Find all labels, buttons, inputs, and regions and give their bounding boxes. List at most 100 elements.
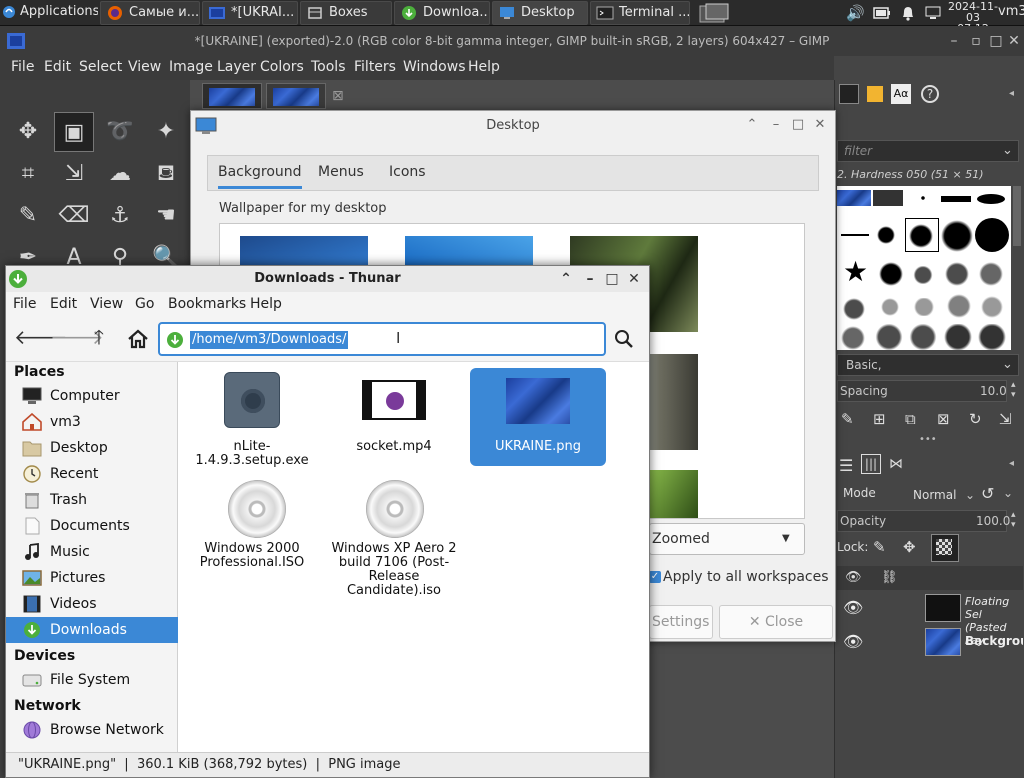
eraser-tool-icon[interactable]: ⌫	[54, 196, 94, 236]
image-tab-2[interactable]	[266, 83, 326, 109]
sidebar-item-videos[interactable]: Videos	[6, 591, 178, 617]
lock-pixels-icon[interactable]: ✎	[873, 538, 886, 556]
menu-edit[interactable]: Edit	[44, 59, 71, 75]
brush-filter-input[interactable]: filter ⌄	[837, 140, 1019, 162]
sidebar-item-pictures[interactable]: Pictures	[6, 565, 178, 591]
notification-bell-icon[interactable]	[901, 5, 915, 21]
user-menu[interactable]: vm3	[998, 4, 1024, 19]
layers-tab-icon[interactable]: ☰	[839, 456, 853, 475]
applications-menu-button[interactable]: Applications	[0, 1, 98, 25]
restore-button[interactable]: ▫	[968, 33, 984, 49]
image-style-select[interactable]: Zoomed ▼	[649, 523, 805, 555]
maximize-button[interactable]: □	[988, 33, 1004, 49]
brush-scrollbar[interactable]	[1013, 186, 1021, 246]
layer-row-background[interactable]: 👁 Backgroun	[837, 626, 1023, 658]
menu-select[interactable]: Select	[79, 59, 122, 75]
sidebar-item-browse-network[interactable]: Browse Network	[6, 717, 178, 743]
image-tab-1[interactable]	[202, 83, 262, 109]
dock-separator-grip[interactable]: •••	[919, 434, 937, 445]
tab-icons[interactable]: Icons	[389, 164, 426, 180]
menu-file[interactable]: File	[13, 296, 36, 312]
refresh-brushes-icon[interactable]: ↻	[969, 410, 982, 428]
move-tool-icon[interactable]: ✥	[8, 112, 48, 152]
tab-menus[interactable]: Menus	[318, 164, 364, 180]
menu-view[interactable]: View	[128, 59, 161, 75]
opacity-field[interactable]: Opacity 100.0	[837, 510, 1010, 532]
apply-all-checkbox[interactable]: ✓	[649, 571, 661, 583]
menu-windows[interactable]: Windows	[403, 59, 466, 75]
dock-menu-icon[interactable]: ◂	[1009, 88, 1014, 99]
sidebar-item-vm3[interactable]: vm3	[6, 409, 178, 435]
lasso-tool-icon[interactable]: ➰	[100, 112, 140, 152]
forward-arrow-icon[interactable]: 🡒	[50, 324, 104, 350]
warp-tool-icon[interactable]: ☁	[100, 154, 140, 194]
sidebar-item-computer[interactable]: Computer	[6, 383, 178, 409]
back-arrow-icon[interactable]: 🡐	[14, 324, 68, 350]
fonts-tab-icon[interactable]: Aα	[891, 84, 911, 104]
show-desktop-icon[interactable]	[697, 3, 731, 25]
mode-select[interactable]: Normal ⌄	[913, 484, 975, 506]
menu-filters[interactable]: Filters	[354, 59, 396, 75]
new-brush-icon[interactable]: ⊞	[873, 410, 886, 428]
task-gimp[interactable]: *[UKRAI...	[202, 1, 298, 25]
location-bar[interactable]: /home/vm3/Downloads/ Ⅰ	[158, 322, 606, 356]
menu-edit[interactable]: Edit	[50, 296, 77, 312]
menu-image[interactable]: Image	[169, 59, 213, 75]
menu-tools[interactable]: Tools	[311, 59, 346, 75]
smudge-tool-icon[interactable]: ☚	[146, 196, 186, 236]
spacing-field[interactable]: Spacing 10.0	[837, 380, 1007, 402]
close-tab-icon[interactable]: ⊠	[332, 88, 344, 104]
brush-preset-select[interactable]: Basic, ⌄	[837, 354, 1019, 376]
opacity-stepper-icon[interactable]: ▴ ▾	[1011, 510, 1016, 530]
task-firefox[interactable]: Самые и...	[100, 1, 200, 25]
close-button[interactable]: ✕	[626, 271, 642, 287]
edit-brush-icon[interactable]: ✎	[841, 410, 854, 428]
menu-help[interactable]: Help	[468, 59, 500, 75]
volume-icon[interactable]: 🔊	[846, 4, 865, 22]
thunar-title-bar[interactable]: Downloads - Thunar ⌃ – □ ✕	[6, 266, 649, 292]
sidebar-item-documents[interactable]: Documents	[6, 513, 178, 539]
brush-grid[interactable]: ★	[837, 186, 1011, 350]
open-brush-icon[interactable]: ⇲	[999, 410, 1012, 428]
file-item[interactable]: Windows XP Aero 2 build 7106 (Post-Relea…	[326, 478, 462, 608]
channels-tab-icon[interactable]: |||	[861, 454, 881, 474]
spacing-stepper-icon[interactable]: ▴ ▾	[1011, 380, 1016, 400]
apply-all-label[interactable]: Apply to all workspaces	[663, 569, 829, 585]
delete-brush-icon[interactable]: ⊠	[937, 410, 950, 428]
menu-help[interactable]: Help	[250, 296, 282, 312]
minimize-button[interactable]: –	[769, 118, 783, 132]
fuzzy-select-tool-icon[interactable]: ✦	[146, 112, 186, 152]
lock-position-icon[interactable]: ✥	[903, 538, 916, 556]
rect-select-tool-icon[interactable]: ▣	[54, 112, 94, 152]
minimize-button[interactable]: –	[946, 33, 962, 49]
settings-button[interactable]: Settings	[649, 605, 713, 639]
shade-button[interactable]: ⌃	[745, 118, 759, 132]
gimp-title-bar[interactable]: *[UKRAINE] (exported)-2.0 (RGB color 8-b…	[0, 26, 1024, 56]
crop-tool-icon[interactable]: ⌗	[8, 154, 48, 194]
menu-bookmarks[interactable]: Bookmarks	[168, 296, 246, 312]
file-item[interactable]: Windows 2000 Professional.ISO	[184, 478, 320, 588]
sidebar-item-downloads[interactable]: Downloads	[6, 617, 178, 643]
task-terminal[interactable]: Terminal ...	[590, 1, 690, 25]
eye-icon[interactable]: 👁	[843, 598, 863, 617]
sidebar-item-file-system[interactable]: File System	[6, 667, 178, 693]
file-item[interactable]: socket.mp4	[326, 368, 462, 466]
menu-view[interactable]: View	[90, 296, 123, 312]
file-item-selected[interactable]: UKRAINE.png	[470, 368, 606, 466]
home-icon[interactable]	[127, 329, 149, 349]
help-tab-icon[interactable]: ?	[921, 85, 939, 103]
clone-tool-icon[interactable]: ⚓	[100, 196, 140, 236]
maximize-button[interactable]: □	[791, 118, 805, 132]
shade-button[interactable]: ⌃	[558, 271, 574, 287]
search-icon[interactable]	[614, 329, 634, 349]
close-button[interactable]: ✕	[1006, 33, 1022, 49]
battery-icon[interactable]	[873, 7, 891, 19]
layer-row-floating[interactable]: 👁 Floating Sel (Pasted Lay	[837, 592, 1023, 647]
menu-layer[interactable]: Layer	[217, 59, 256, 75]
eye-icon[interactable]: 👁	[843, 632, 863, 651]
transform-tool-icon[interactable]: ⇲	[54, 154, 94, 194]
up-arrow-icon[interactable]: 🡑	[86, 324, 112, 350]
reset-mode-icon[interactable]: ↺	[981, 484, 994, 503]
file-item[interactable]: nLite-1.4.9.3.setup.exe	[184, 368, 320, 468]
lock-alpha-icon[interactable]	[931, 534, 959, 562]
